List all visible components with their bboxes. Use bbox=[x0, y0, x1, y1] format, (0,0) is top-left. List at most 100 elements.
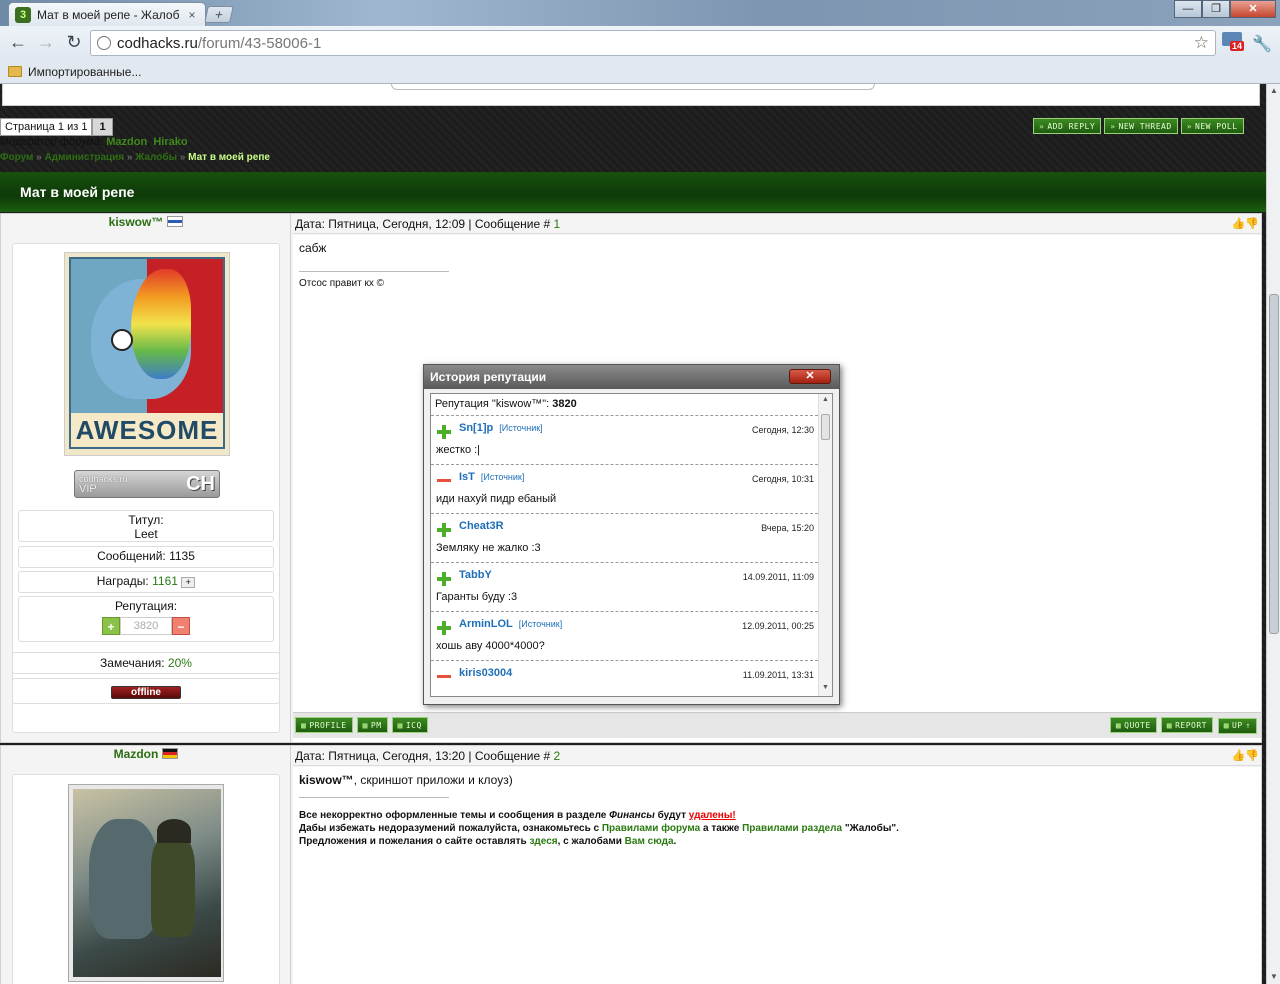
close-window-button[interactable]: ✕ bbox=[1230, 0, 1276, 18]
pagination: Страница 1 из 1 1 bbox=[0, 118, 113, 136]
rate-post-icon[interactable]: 👍👎 bbox=[1232, 217, 1259, 230]
germany-flag-icon bbox=[162, 748, 179, 759]
post-author-name[interactable]: Mazdon bbox=[1, 747, 291, 765]
minus-icon bbox=[437, 474, 451, 488]
rep-value-link[interactable]: 3820 bbox=[120, 617, 172, 635]
breadcrumb-current: Мат в моей репе bbox=[188, 152, 270, 163]
scrollbar-thumb[interactable] bbox=[1269, 294, 1279, 634]
add-reply-button[interactable]: » Add Reply bbox=[1033, 118, 1102, 134]
breadcrumb-link[interactable]: Жалобы bbox=[135, 152, 177, 163]
dialog-title: История репутации bbox=[430, 370, 547, 384]
new-tab-button[interactable]: + bbox=[204, 6, 234, 23]
post-number-link[interactable]: 2 bbox=[554, 749, 561, 763]
dialog-close-button[interactable]: ✕ bbox=[789, 369, 831, 384]
moderator-link[interactable]: Hirako bbox=[153, 136, 187, 148]
reputation-history-dialog: История репутации ✕ Репутация "kiswow™":… bbox=[423, 364, 840, 705]
maximize-button[interactable]: ❐ bbox=[1202, 0, 1230, 18]
avatar: AWESOME bbox=[64, 252, 230, 456]
mail-count-badge: 14 bbox=[1230, 41, 1245, 51]
profile-button[interactable]: ▦ Profile bbox=[295, 717, 353, 733]
section-rules-link[interactable]: Правилами раздела bbox=[742, 823, 842, 834]
post-text: kiswow™, скриншот приложи и клоуз) bbox=[299, 773, 513, 787]
suggestions-link[interactable]: здеся bbox=[529, 836, 557, 847]
forward-arrow-icon[interactable]: → bbox=[34, 31, 58, 55]
source-link[interactable]: [Источник] bbox=[499, 423, 542, 433]
source-link[interactable]: [Источник] bbox=[519, 619, 562, 629]
new-poll-button[interactable]: » New Poll bbox=[1180, 118, 1244, 134]
list-item: IsT [Источник] Сегодня, 10:31 иди нахуй п… bbox=[431, 465, 818, 514]
source-link[interactable]: [Источник] bbox=[481, 472, 524, 482]
voter-link[interactable]: Sn[1]p bbox=[459, 422, 493, 434]
rep-minus-button[interactable]: − bbox=[172, 617, 190, 635]
new-thread-button[interactable]: » New Thread bbox=[1104, 118, 1178, 134]
offline-status-badge: offline bbox=[111, 686, 181, 699]
dialog-scrollbar-thumb[interactable] bbox=[821, 414, 830, 440]
page-number-button[interactable]: 1 bbox=[92, 118, 113, 136]
list-item: kiris03004 11.09.2011, 13:31 bbox=[431, 661, 818, 696]
mail-extension-icon[interactable]: 14 bbox=[1222, 32, 1245, 52]
user-title-value: Leet bbox=[134, 527, 158, 541]
forum-notice: Все некорректно оформленные темы и сообщ… bbox=[299, 810, 899, 847]
bookmarks-bar: Импортированные... bbox=[0, 60, 1280, 84]
bookmark-star-icon[interactable]: ☆ bbox=[1194, 33, 1209, 53]
voter-link[interactable]: IsT bbox=[459, 471, 475, 483]
page-scrollbar[interactable]: ▲ ▼ bbox=[1266, 84, 1280, 984]
post-number-link[interactable]: 1 bbox=[554, 217, 561, 231]
window-controls: — ❐ ✕ bbox=[1174, 0, 1276, 18]
header-box bbox=[2, 84, 1260, 106]
browser-tab[interactable]: 3 Мат в моей репе - Жалобы × bbox=[8, 2, 206, 26]
icq-button[interactable]: ▦ ICQ bbox=[391, 717, 428, 733]
rate-post-icon[interactable]: 👍👎 bbox=[1232, 749, 1259, 762]
breadcrumb-link[interactable]: Администрация bbox=[45, 152, 125, 163]
quote-button[interactable]: ▦ Quote bbox=[1109, 717, 1157, 733]
post-author-name[interactable]: kiswow™ bbox=[1, 215, 291, 233]
minimize-button[interactable]: — bbox=[1174, 0, 1202, 18]
awards-expand-icon[interactable]: + bbox=[181, 577, 196, 588]
url-text[interactable]: codhacks.ru/forum/43-58006-1 bbox=[117, 35, 1188, 52]
voter-link[interactable]: kiris03004 bbox=[459, 667, 512, 679]
wrench-menu-icon[interactable]: 🔧 bbox=[1252, 34, 1272, 54]
minus-icon bbox=[437, 670, 451, 684]
signature: Отсос правит кх © bbox=[299, 271, 449, 289]
voter-link[interactable]: ArminLOL bbox=[459, 618, 513, 630]
tab-strip: 3 Мат в моей репе - Жалобы × + — ❐ ✕ bbox=[0, 0, 1280, 26]
voter-link[interactable]: TabbY bbox=[459, 569, 492, 581]
site-favicon-icon: 3 bbox=[15, 6, 31, 23]
breadcrumb: Форум » Администрация » Жалобы » Мат в м… bbox=[0, 152, 270, 163]
avatar-caption: AWESOME bbox=[71, 413, 223, 447]
page-info-icon[interactable] bbox=[97, 36, 111, 50]
back-arrow-icon[interactable]: ← bbox=[6, 31, 30, 55]
post-header: Дата: Пятница, Сегодня, 12:09 | Сообщени… bbox=[293, 214, 1261, 234]
forum-rules-link[interactable]: Правилами форума bbox=[602, 823, 700, 834]
dialog-scrollbar[interactable]: ▲ ▼ bbox=[818, 394, 832, 696]
reputation-summary: Репутация "kiswow™": 3820 bbox=[431, 394, 818, 416]
list-item: ArminLOL [Источник] 12.09.2011, 00:25 хош… bbox=[431, 612, 818, 661]
awards-count-link[interactable]: 1161 bbox=[152, 574, 178, 588]
up-button[interactable]: ▦ UP ↑ bbox=[1217, 717, 1257, 734]
moderator-link[interactable]: Mazdon bbox=[106, 136, 147, 148]
deleted-link[interactable]: удалены! bbox=[689, 810, 736, 821]
list-item: TabbY 14.09.2011, 11:09 Гаранты буду :3 bbox=[431, 563, 818, 612]
reputation-list: Репутация "kiswow™": 3820 Sn[1]p [Источни… bbox=[431, 394, 818, 696]
tab-close-icon[interactable]: × bbox=[185, 8, 199, 22]
plus-icon bbox=[437, 621, 451, 635]
bookmark-folder-imported[interactable]: Импортированные... bbox=[28, 65, 141, 79]
dialog-titlebar[interactable]: История репутации bbox=[424, 365, 839, 389]
thread-action-buttons: » Add Reply » New Thread » New Poll bbox=[1033, 118, 1244, 134]
report-button[interactable]: ▦ Report bbox=[1160, 717, 1213, 733]
breadcrumb-link[interactable]: Форум bbox=[0, 152, 33, 163]
address-bar[interactable]: codhacks.ru/forum/43-58006-1 ☆ bbox=[90, 30, 1216, 56]
plus-icon bbox=[437, 572, 451, 586]
pm-button[interactable]: ▦ PM bbox=[356, 717, 388, 733]
browser-toolbar: ← → ↻ codhacks.ru/forum/43-58006-1 ☆ 14 … bbox=[0, 26, 1280, 60]
moderators-line: Модератор форума: Mazdon, Hirako bbox=[0, 136, 188, 148]
voter-link[interactable]: Cheat3R bbox=[459, 520, 504, 532]
post-action-bar: ▦ Profile ▦ PM ▦ ICQ ▦ Quote ▦ Report ▦ UP ↑ bbox=[293, 712, 1261, 738]
status-box: offline bbox=[12, 678, 280, 704]
awards-box: Награды: 1161 + bbox=[18, 571, 274, 593]
complaints-link[interactable]: Вам сюда bbox=[625, 836, 674, 847]
reload-icon[interactable]: ↻ bbox=[62, 31, 86, 55]
tab-title: Мат в моей репе - Жалобы bbox=[37, 7, 179, 22]
messages-count: Сообщений: 1135 bbox=[18, 546, 274, 568]
rep-plus-button[interactable]: + bbox=[102, 617, 120, 635]
